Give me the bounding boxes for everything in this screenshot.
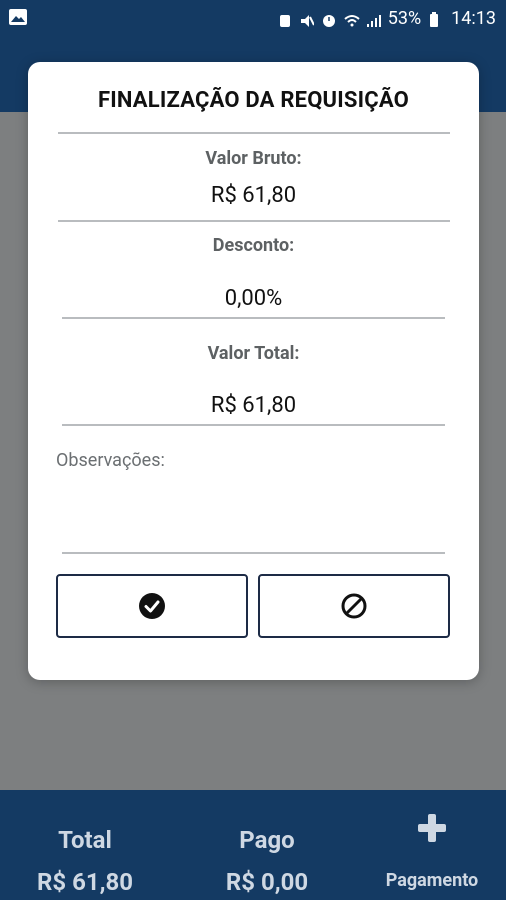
signal-icon [366,12,381,27]
battery-icon [429,11,443,27]
finalization-dialog: FINALIZAÇÃO DA REQUISIÇÃO Valor Bruto: R… [28,62,479,680]
status-bar: 53% 14:13 [0,0,506,38]
total-label: Total [58,826,112,854]
confirm-button[interactable] [56,574,248,638]
observacoes-underline [62,552,445,554]
desconto-label: Desconto: [212,235,295,256]
valor-total-value: R$ 61,80 [210,393,297,418]
desconto-value[interactable]: 0,00% [28,286,479,311]
divider [58,220,450,222]
pago-value: R$ 0,00 [225,868,309,896]
valor-bruto-label: Valor Bruto: [205,148,302,169]
cancel-button[interactable] [258,574,450,638]
pago-label: Pago [239,826,295,854]
battery-percent: 53% [387,8,422,29]
check-circle-icon [139,593,165,619]
plus-icon[interactable] [414,810,450,846]
divider [58,132,450,134]
clock-icon [322,12,336,27]
pagamento-button[interactable]: Pagamento [372,870,492,891]
mute-icon [300,12,315,27]
valor-total-label: Valor Total: [207,343,300,364]
total-summary: Total R$ 61,80 [14,826,156,896]
ban-icon [341,593,367,619]
desconto-input-underline [62,317,445,319]
valor-total-underline [62,424,445,426]
total-value: R$ 61,80 [36,868,134,896]
bottom-bar: Total R$ 61,80 Pago R$ 0,00 Pagamento [0,790,506,900]
gallery-notification-icon [8,8,28,26]
dialog-title: FINALIZAÇÃO DA REQUISIÇÃO [97,88,410,113]
pago-summary: Pago R$ 0,00 [196,826,338,896]
clock-time: 14:13 [451,8,496,29]
alarm-icon [278,12,292,27]
observacoes-input[interactable]: Observações: [56,450,165,471]
wifi-icon [344,12,360,26]
valor-bruto-value: R$ 61,80 [210,183,297,208]
